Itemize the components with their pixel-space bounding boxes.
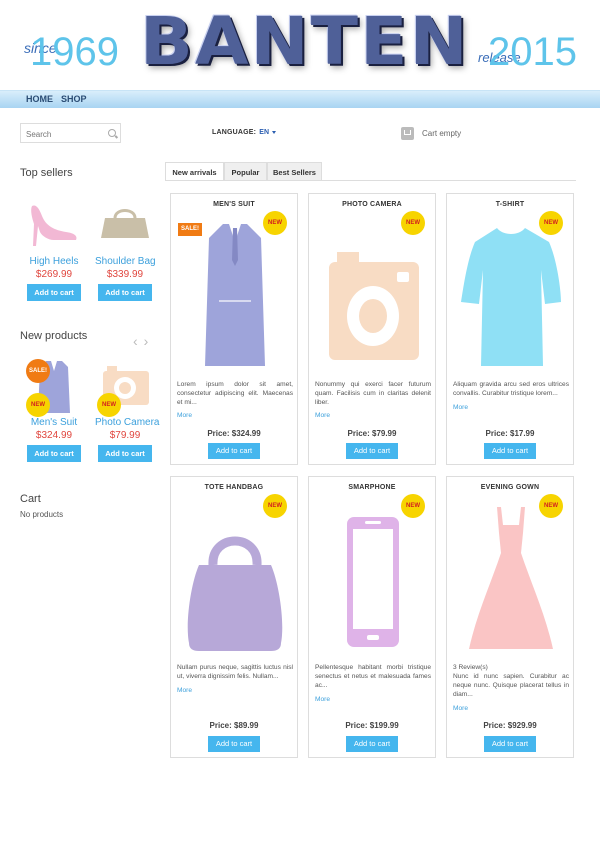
review-count[interactable]: 3 Review(s) [453, 664, 488, 671]
carousel-arrows: ‹› [133, 333, 154, 349]
high-heel-icon[interactable] [24, 196, 84, 254]
tab-best-sellers[interactable]: Best Sellers [267, 162, 322, 181]
add-to-cart-button[interactable]: Add to cart [484, 736, 536, 752]
cart-status[interactable]: Cart empty [422, 129, 461, 138]
chevron-left-icon[interactable]: ‹ [133, 333, 144, 349]
new-badge: NEW [97, 393, 121, 417]
product-name[interactable]: Photo Camera [95, 417, 159, 428]
more-link[interactable]: More [177, 412, 192, 419]
tab-new-arrivals[interactable]: New arrivals [165, 162, 224, 181]
new-products-title: New products [20, 330, 88, 342]
product-description-text: Nunc id nunc sapien. Curabitur ac neque … [453, 673, 569, 698]
site-logo[interactable]: BANTEN [140, 6, 468, 78]
product-card: EVENING GOWN NEW 3 Review(s) Nunc id nun… [446, 476, 574, 758]
top-seller-item: High Heels $269.99 Add to cart [24, 196, 84, 301]
camera-icon[interactable] [323, 220, 423, 370]
since-year: 1969 [30, 30, 119, 74]
add-to-cart-button[interactable]: Add to cart [346, 443, 398, 459]
chevron-right-icon[interactable]: › [144, 333, 155, 349]
add-to-cart-button[interactable]: Add to cart [98, 445, 152, 462]
search-icon[interactable] [108, 129, 116, 137]
nav-home[interactable]: HOME [26, 94, 53, 104]
product-price: Price: $17.99 [485, 429, 535, 438]
product-price: $79.99 [109, 430, 141, 441]
product-description: Nullam purus neque, sagittis luctus nisl… [177, 664, 293, 680]
product-card: MEN'S SUIT NEW SALE! Lorem ipsum dolor s… [170, 193, 298, 465]
product-description: Aliquam gravida arcu sed eros ultrices c… [453, 381, 569, 397]
language-value[interactable]: EN [259, 129, 269, 136]
camera-icon[interactable]: NEW [95, 357, 155, 417]
add-to-cart-button[interactable]: Add to cart [484, 443, 536, 459]
language-selector[interactable]: LANGUAGE: EN [212, 129, 277, 136]
product-price: $269.99 [35, 269, 73, 280]
product-name[interactable]: Shoulder Bag [95, 256, 156, 267]
product-card: PHOTO CAMERA NEW Nonummy qui exerci face… [308, 193, 436, 465]
sale-badge: SALE! [26, 359, 50, 383]
product-description: Lorem ipsum dolor sit amet, consectetur … [177, 381, 293, 406]
product-price: Price: $199.99 [345, 721, 399, 730]
language-label: LANGUAGE: [212, 129, 257, 136]
product-title[interactable]: PHOTO CAMERA [309, 201, 435, 208]
product-name[interactable]: Men's Suit [24, 417, 84, 428]
release-year: 2015 [488, 30, 577, 74]
add-to-cart-button[interactable]: Add to cart [98, 284, 152, 301]
product-title[interactable]: SMARPHONE [309, 484, 435, 491]
more-link[interactable]: More [453, 404, 468, 411]
more-link[interactable]: More [177, 687, 192, 694]
cart-block-title: Cart [20, 493, 41, 505]
top-seller-item: Shoulder Bag $339.99 Add to cart [95, 196, 156, 301]
main-nav: HOME SHOP [0, 90, 600, 108]
product-name[interactable]: High Heels [24, 256, 84, 267]
product-price: Price: $79.99 [347, 429, 397, 438]
site-header: since 1969 BANTEN release 2015 [0, 0, 600, 84]
smartphone-icon[interactable] [323, 503, 423, 653]
product-description: Nonummy qui exerci facer futurum quam. F… [315, 381, 431, 406]
product-card: T-SHIRT NEW Aliquam gravida arcu sed ero… [446, 193, 574, 465]
gown-icon[interactable] [461, 503, 561, 653]
tab-popular[interactable]: Popular [224, 162, 267, 181]
chevron-down-icon[interactable] [272, 130, 277, 134]
add-to-cart-button[interactable]: Add to cart [27, 284, 81, 301]
new-product-item: NEW Photo Camera $79.99 Add to cart [95, 357, 159, 462]
product-description: Pellentesque habitant morbi tristique se… [315, 664, 431, 689]
cart-icon[interactable] [401, 127, 414, 140]
product-price: Price: $324.99 [207, 429, 261, 438]
add-to-cart-button[interactable]: Add to cart [346, 736, 398, 752]
search-input[interactable] [21, 125, 105, 144]
search-box [20, 123, 121, 144]
logo-text: BANTEN [140, 3, 470, 80]
handbag-icon[interactable] [95, 196, 155, 254]
product-price: $324.99 [35, 430, 73, 441]
product-title[interactable]: TOTE HANDBAG [171, 484, 297, 491]
product-card: TOTE HANDBAG NEW Nullam purus neque, sag… [170, 476, 298, 758]
product-title[interactable]: MEN'S SUIT [171, 201, 297, 208]
add-to-cart-button[interactable]: Add to cart [208, 443, 260, 459]
add-to-cart-button[interactable]: Add to cart [27, 445, 81, 462]
product-price: $339.99 [106, 269, 144, 280]
more-link[interactable]: More [453, 705, 468, 712]
top-sellers-title: Top sellers [20, 167, 73, 179]
more-link[interactable]: More [315, 696, 330, 703]
add-to-cart-button[interactable]: Add to cart [208, 736, 260, 752]
tabs-divider [165, 180, 576, 181]
product-price: Price: $929.99 [483, 721, 537, 730]
product-price: Price: $89.99 [209, 721, 259, 730]
more-link[interactable]: More [315, 412, 330, 419]
handbag-icon[interactable] [185, 503, 285, 653]
new-product-item: SALE! NEW Men's Suit $324.99 Add to cart [24, 357, 84, 462]
cart-block-empty: No products [20, 510, 64, 519]
nav-shop[interactable]: SHOP [61, 94, 87, 104]
new-badge: NEW [26, 393, 50, 417]
tshirt-icon[interactable] [461, 220, 561, 370]
suit-icon[interactable] [185, 220, 285, 370]
product-description: 3 Review(s) Nunc id nunc sapien. Curabit… [453, 663, 569, 699]
product-title[interactable]: T-SHIRT [447, 201, 573, 208]
product-card: SMARPHONE NEW Pellentesque habitant morb… [308, 476, 436, 758]
product-title[interactable]: EVENING GOWN [447, 484, 573, 491]
suit-icon[interactable]: SALE! NEW [24, 357, 84, 417]
